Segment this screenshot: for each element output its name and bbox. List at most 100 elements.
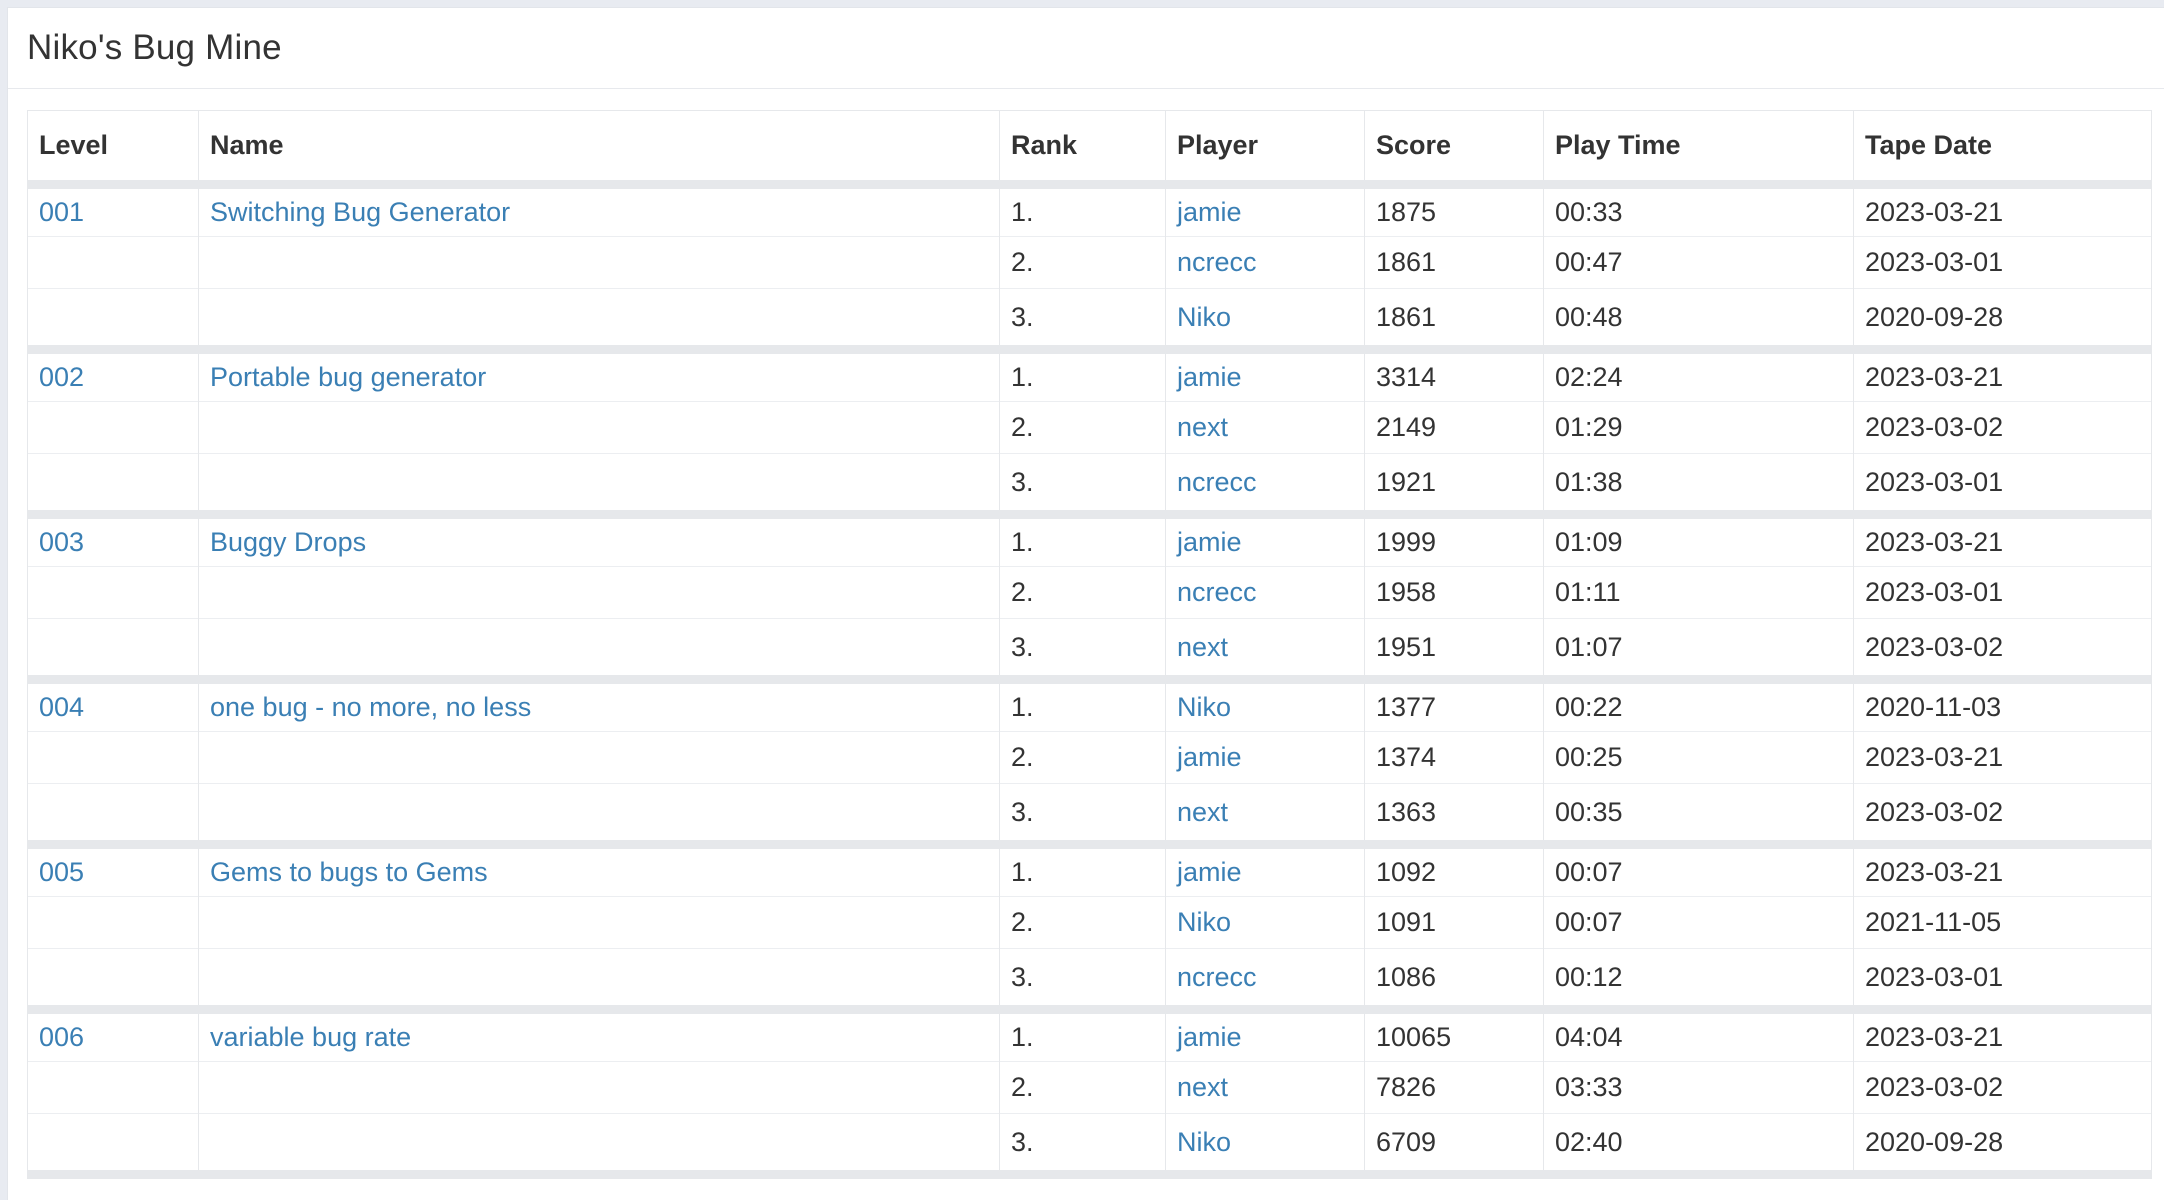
level-number-cell [27, 288, 199, 354]
table-row: 2. next 7826 03:33 2023-03-02 [27, 1061, 2152, 1114]
table-row: 2. Niko 1091 00:07 2021-11-05 [27, 896, 2152, 949]
player-link[interactable]: jamie [1177, 197, 1242, 227]
rank-cell: 2. [999, 401, 1166, 454]
header-play-time: Play Time [1543, 110, 1854, 189]
rank-cell: 1. [999, 514, 1166, 567]
player-link[interactable]: Niko [1177, 1127, 1231, 1157]
player-link[interactable]: Niko [1177, 302, 1231, 332]
play-time-cell: 02:24 [1543, 349, 1854, 402]
score: 1951 [1376, 631, 1437, 662]
player-cell: jamie [1165, 1009, 1365, 1062]
rank: 2. [1011, 1072, 1034, 1102]
player-link[interactable]: ncrecc [1177, 577, 1257, 607]
level-name-link[interactable]: one bug - no more, no less [210, 692, 531, 722]
play-time: 02:24 [1555, 362, 1623, 392]
rank: 3. [1011, 961, 1034, 992]
player-link[interactable]: jamie [1177, 857, 1242, 887]
score-cell: 1086 [1364, 948, 1544, 1014]
rank: 3. [1011, 1126, 1034, 1157]
level-name-cell: Gems to bugs to Gems [198, 844, 1000, 897]
header-level: Level [27, 110, 199, 189]
player-link[interactable]: ncrecc [1177, 467, 1257, 497]
level-number-link[interactable]: 004 [39, 692, 84, 722]
level-name-cell [198, 618, 1000, 684]
level-name-link[interactable]: Buggy Drops [210, 527, 366, 557]
score: 6709 [1376, 1126, 1437, 1157]
table-row: 005 Gems to bugs to Gems 1. jamie 1092 00:07 2… [27, 844, 2152, 897]
player-link[interactable]: next [1177, 412, 1228, 442]
table-row: 2. jamie 1374 00:25 2023-03-21 [27, 731, 2152, 784]
player-link[interactable]: jamie [1177, 1022, 1242, 1052]
rank: 2. [1011, 577, 1034, 607]
player-link[interactable]: ncrecc [1177, 247, 1257, 277]
table-header-row: Level Name Rank Player Score Play Time T… [27, 110, 2152, 189]
play-time: 00:47 [1555, 247, 1623, 277]
score-cell: 1951 [1364, 618, 1544, 684]
level-name-link[interactable]: Switching Bug Generator [210, 197, 510, 227]
tape-date: 2020-09-28 [1865, 1126, 2004, 1157]
play-time: 00:07 [1555, 907, 1623, 937]
rank-cell: 1. [999, 679, 1166, 732]
rank: 1. [1011, 527, 1034, 557]
rank: 1. [1011, 1022, 1034, 1052]
play-time-cell: 00:12 [1543, 948, 1854, 1014]
player-link[interactable]: Niko [1177, 907, 1231, 937]
score-cell: 1363 [1364, 783, 1544, 849]
tape-date-cell: 2023-03-02 [1853, 1061, 2152, 1114]
table-row: 3. ncrecc 1086 00:12 2023-03-01 [27, 948, 2152, 1014]
player-link[interactable]: jamie [1177, 742, 1242, 772]
play-time: 01:29 [1555, 412, 1623, 442]
player-link[interactable]: next [1177, 797, 1228, 827]
player-cell: Niko [1165, 896, 1365, 949]
player-cell: Niko [1165, 288, 1365, 354]
tape-date: 2020-09-28 [1865, 301, 2004, 332]
tape-date: 2023-03-02 [1865, 796, 2004, 827]
tape-date: 2023-03-02 [1865, 631, 2004, 662]
player-link[interactable]: next [1177, 1072, 1228, 1102]
level-number-cell: 005 [27, 844, 199, 897]
level-name-cell: one bug - no more, no less [198, 679, 1000, 732]
score: 7826 [1376, 1072, 1437, 1102]
level-number-link[interactable]: 002 [39, 362, 84, 392]
level-name-link[interactable]: variable bug rate [210, 1022, 411, 1052]
tape-date: 2023-03-01 [1865, 247, 2004, 277]
level-number-link[interactable]: 006 [39, 1022, 84, 1052]
player-link[interactable]: ncrecc [1177, 962, 1257, 992]
rank: 2. [1011, 907, 1034, 937]
play-time: 01:11 [1555, 577, 1621, 607]
level-number-link[interactable]: 005 [39, 857, 84, 887]
player-link[interactable]: jamie [1177, 527, 1242, 557]
play-time: 02:40 [1555, 1126, 1623, 1157]
tape-date: 2023-03-21 [1865, 857, 2004, 887]
rank-cell: 3. [999, 1113, 1166, 1179]
level-number-cell: 002 [27, 349, 199, 402]
player-link[interactable]: Niko [1177, 692, 1231, 722]
tape-date-cell: 2023-03-21 [1853, 349, 2152, 402]
play-time-cell: 00:22 [1543, 679, 1854, 732]
level-number-link[interactable]: 001 [39, 197, 84, 227]
level-name-cell: Portable bug generator [198, 349, 1000, 402]
level-name-cell [198, 453, 1000, 519]
player-link[interactable]: jamie [1177, 362, 1242, 392]
header-name: Name [198, 110, 1000, 189]
rank-cell: 3. [999, 288, 1166, 354]
level-name-link[interactable]: Portable bug generator [210, 362, 486, 392]
player-cell: ncrecc [1165, 236, 1365, 289]
rank-cell: 2. [999, 236, 1166, 289]
tape-date: 2023-03-01 [1865, 961, 2004, 992]
play-time-cell: 00:25 [1543, 731, 1854, 784]
player-cell: next [1165, 401, 1365, 454]
table-row: 3. Niko 6709 02:40 2020-09-28 [27, 1113, 2152, 1179]
tape-date: 2023-03-21 [1865, 197, 2004, 227]
level-number-cell [27, 566, 199, 619]
tape-date-cell: 2023-03-02 [1853, 618, 2152, 684]
player-link[interactable]: next [1177, 632, 1228, 662]
level-number-link[interactable]: 003 [39, 527, 84, 557]
level-name-cell: Switching Bug Generator [198, 184, 1000, 237]
rank-cell: 2. [999, 566, 1166, 619]
score-cell: 3314 [1364, 349, 1544, 402]
tape-date-cell: 2023-03-01 [1853, 453, 2152, 519]
level-name-link[interactable]: Gems to bugs to Gems [210, 857, 488, 887]
play-time: 01:07 [1555, 631, 1623, 662]
player-cell: Niko [1165, 1113, 1365, 1179]
